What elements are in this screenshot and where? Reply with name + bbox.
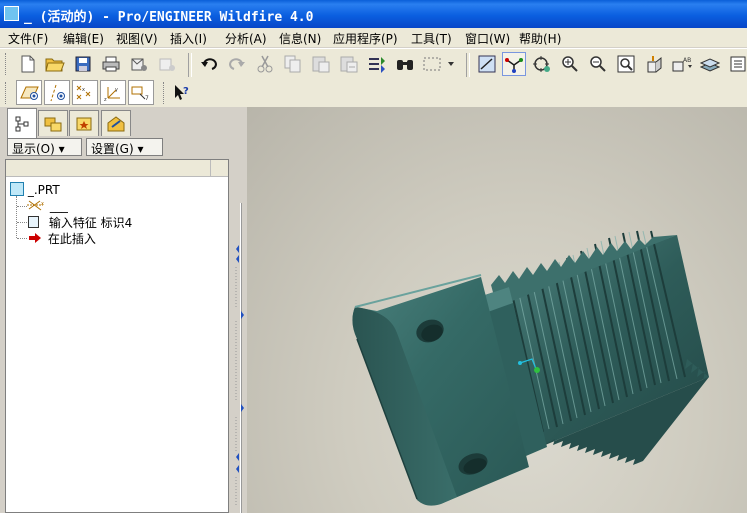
csys-display-icon[interactable]: yz xyxy=(100,80,126,105)
refit-icon[interactable] xyxy=(614,52,638,76)
model-tree-header xyxy=(6,160,228,177)
layers-icon[interactable] xyxy=(698,52,722,76)
navigator-panel: 显示(O) ▾ 设置(G) ▾ _.PRT x ___ 输入特征 标识4 在此插… xyxy=(0,107,233,513)
datum-axis-display-icon[interactable] xyxy=(44,80,70,105)
tab-model-tree[interactable] xyxy=(7,108,37,138)
paste-special-icon[interactable] xyxy=(337,52,361,76)
svg-text:7: 7 xyxy=(145,95,149,102)
toolbar-separator xyxy=(466,53,470,77)
find-icon[interactable] xyxy=(393,52,417,76)
main-toolbar: AB xyxy=(0,48,747,80)
menu-window[interactable]: 窗口(W) xyxy=(465,30,510,47)
insert-here-arrow-icon xyxy=(29,233,41,243)
repaint-icon[interactable] xyxy=(475,52,499,76)
svg-text:x: x xyxy=(82,87,85,93)
new-file-icon[interactable] xyxy=(16,52,40,76)
threaded-part-model xyxy=(352,230,709,506)
favorites-icon xyxy=(76,117,92,130)
tree-item-import-feature[interactable]: 输入特征 标识4 xyxy=(28,214,132,231)
svg-text:z: z xyxy=(104,97,107,102)
svg-text:?: ? xyxy=(183,86,189,97)
open-folder-icon[interactable] xyxy=(43,52,67,76)
cut-icon[interactable] xyxy=(253,52,277,76)
toolbar-grip[interactable] xyxy=(5,53,9,75)
toolbar-grip[interactable] xyxy=(163,82,167,104)
splitter-arrows xyxy=(235,245,244,507)
model-tree: _.PRT x ___ 输入特征 标识4 在此插入 xyxy=(5,159,229,513)
send-mail-attach-icon[interactable] xyxy=(155,52,179,76)
title-bar: _ (活动的) - Pro/ENGINEER Wildfire 4.0 xyxy=(0,0,747,28)
context-help-icon[interactable]: ? xyxy=(170,81,194,105)
menu-insert[interactable]: 插入(I) xyxy=(170,30,207,47)
show-dropdown[interactable]: 显示(O) ▾ xyxy=(7,138,82,156)
copy-icon[interactable] xyxy=(281,52,305,76)
save-icon[interactable] xyxy=(71,52,95,76)
menu-file[interactable]: 文件(F) xyxy=(8,30,48,47)
menu-applications[interactable]: 应用程序(P) xyxy=(333,30,398,47)
zoom-in-icon[interactable] xyxy=(558,52,582,76)
datum-toolbar: x yz 7 ? xyxy=(0,79,747,107)
tree-item-label: 输入特征 标识4 xyxy=(48,216,133,230)
undo-icon[interactable] xyxy=(197,52,221,76)
paste-icon[interactable] xyxy=(309,52,333,76)
model-tree-icon xyxy=(15,116,29,131)
spin-center-icon[interactable] xyxy=(502,52,526,76)
reorient-icon[interactable] xyxy=(642,52,666,76)
panel-splitter[interactable] xyxy=(233,107,247,513)
tree-item-insert-here[interactable]: 在此插入 xyxy=(28,230,96,247)
menu-edit[interactable]: 编辑(E) xyxy=(63,30,104,47)
toolbar-grip[interactable] xyxy=(5,82,9,104)
zoom-out-icon[interactable] xyxy=(586,52,610,76)
feature-icon xyxy=(28,216,39,228)
menu-view[interactable]: 视图(V) xyxy=(116,30,158,47)
menu-bar: 文件(F) 编辑(E) 视图(V) 插入(I) 分析(A) 信息(N) 应用程序… xyxy=(0,28,747,47)
settings-dropdown[interactable]: 设置(G) ▾ xyxy=(86,138,163,156)
tree-item-csys[interactable]: x ___ xyxy=(26,198,68,213)
window-title: _ (活动的) - Pro/ENGINEER Wildfire 4.0 xyxy=(24,10,314,25)
selection-box-dropdown[interactable] xyxy=(421,52,457,76)
datum-point-display-icon[interactable]: x xyxy=(72,80,98,105)
tab-favorites[interactable] xyxy=(69,110,99,136)
print-icon[interactable] xyxy=(99,52,123,76)
send-mail-icon[interactable] xyxy=(127,52,151,76)
part-icon xyxy=(10,182,24,196)
saved-views-icon[interactable]: AB xyxy=(670,52,694,76)
orient-mode-icon[interactable] xyxy=(530,52,554,76)
menu-analysis[interactable]: 分析(A) xyxy=(225,30,267,47)
menu-info[interactable]: 信息(N) xyxy=(279,30,321,47)
tree-root-label: _.PRT xyxy=(27,183,60,197)
menu-tools[interactable]: 工具(T) xyxy=(411,30,452,47)
tab-connections[interactable] xyxy=(101,110,131,136)
datum-plane-display-icon[interactable] xyxy=(16,80,42,105)
graphics-window[interactable] xyxy=(247,107,747,513)
folder-browser-icon xyxy=(44,117,62,131)
svg-text:AB: AB xyxy=(683,57,691,64)
connections-icon xyxy=(107,115,125,131)
svg-text:y: y xyxy=(115,87,118,93)
view-manager-icon[interactable] xyxy=(726,52,747,76)
tree-item-label: ___ xyxy=(49,199,68,213)
tree-item-label: 在此插入 xyxy=(47,232,96,246)
toolbar-separator xyxy=(188,53,192,77)
menu-help[interactable]: 帮助(H) xyxy=(519,30,561,47)
tree-root[interactable]: _.PRT xyxy=(10,182,60,197)
regenerate-icon[interactable] xyxy=(365,52,389,76)
navigator-tabs xyxy=(0,107,233,138)
redo-icon[interactable] xyxy=(225,52,249,76)
app-icon xyxy=(4,6,19,21)
annotation-display-icon[interactable]: 7 xyxy=(128,80,154,105)
svg-text:x: x xyxy=(41,201,44,207)
csys-icon: x xyxy=(27,200,44,211)
tab-folder-browser[interactable] xyxy=(38,110,68,136)
